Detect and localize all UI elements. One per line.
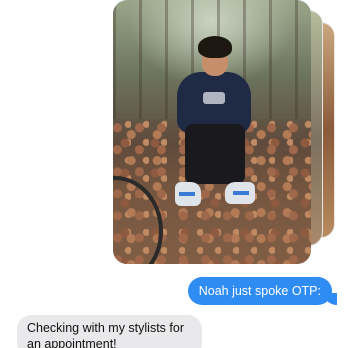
- person-right-shoe: [225, 182, 255, 204]
- person-pants: [185, 124, 245, 184]
- photo-message[interactable]: [113, 0, 311, 264]
- photo-person: [169, 36, 259, 216]
- person-left-shoe: [175, 182, 201, 206]
- received-message-bubble[interactable]: Checking with my stylists for an appoint…: [17, 315, 202, 348]
- person-hair: [198, 36, 232, 58]
- message-thread: Noah just spoke OTP: Checking with my st…: [0, 0, 348, 348]
- received-message-text: Checking with my stylists for an appoint…: [27, 321, 184, 348]
- sent-message-bubble[interactable]: Noah just spoke OTP:: [187, 277, 338, 305]
- sent-message-text: Noah just spoke OTP:: [198, 284, 321, 298]
- photo-message-stack[interactable]: [113, 0, 335, 264]
- hoodie-print: [203, 92, 225, 104]
